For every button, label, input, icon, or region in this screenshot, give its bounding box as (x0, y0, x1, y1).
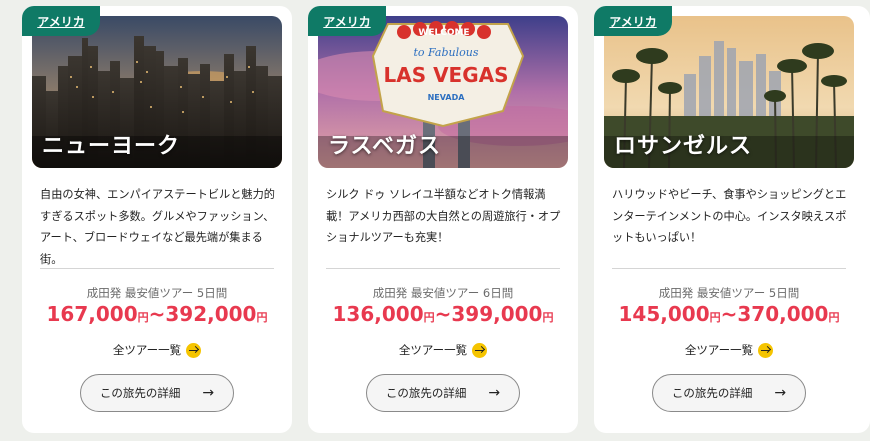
sign-fabulous-text: to Fabulous (414, 46, 479, 59)
destination-description: ハリウッドやビーチ、食事やショッピングとエンターテインメントの中心。インスタ映え… (612, 188, 847, 244)
detail-button-label[interactable]: この旅先の詳細 (672, 385, 753, 401)
all-tours-link[interactable]: 全ツアー一覧 (308, 342, 578, 358)
arrow-right-icon[interactable]: → (202, 386, 214, 400)
all-tours-link[interactable]: 全ツアー一覧 (594, 342, 864, 358)
sign-nevada-text: NEVADA (428, 93, 466, 102)
destination-detail-button[interactable]: この旅先の詳細 → (652, 374, 806, 412)
sign-welcome-text: WELCOME (418, 28, 469, 38)
divider (326, 268, 560, 269)
price-range: 145,000円~370,000円 (594, 302, 864, 326)
price-low: 136,000 (332, 302, 424, 326)
destination-cards: アメリカ ニューヨーク 自由の女神、エンパイアステートビルと魅力的すぎるスポット… (0, 0, 870, 441)
destination-description: シルク ドゥ ソレイユ半額などオトク情報満載！アメリカ西部の大自然との周遊旅行・… (326, 188, 561, 244)
detail-button-label[interactable]: この旅先の詳細 (100, 385, 181, 401)
city-name: ラスベガス (328, 134, 442, 159)
destination-photo[interactable]: WELCOME to Fabulous LAS VEGAS NEVADA ラスベ… (318, 16, 568, 168)
price-high: 392,000 (165, 302, 257, 326)
region-tag[interactable]: アメリカ (594, 6, 672, 36)
price-tilde: ~ (720, 302, 738, 326)
destination-card-new-york[interactable]: アメリカ ニューヨーク 自由の女神、エンパイアステートビルと魅力的すぎるスポット… (22, 6, 292, 433)
price-tilde: ~ (148, 302, 166, 326)
price-high: 370,000 (737, 302, 829, 326)
price-low: 167,000 (46, 302, 138, 326)
destination-photo[interactable]: ロサンゼルス (604, 16, 854, 168)
yen-unit: 円 (137, 311, 149, 324)
all-tours-label[interactable]: 全ツアー一覧 (685, 342, 753, 358)
destination-photo[interactable]: ニューヨーク (32, 16, 282, 168)
price-range: 136,000円~399,000円 (308, 302, 578, 326)
yen-unit: 円 (256, 311, 268, 324)
arrow-right-icon[interactable]: → (774, 386, 786, 400)
price-high: 399,000 (451, 302, 543, 326)
tour-info: 成田発 最安値ツアー 5日間 (658, 286, 800, 300)
price-range: 167,000円~392,000円 (22, 302, 292, 326)
price-low: 145,000 (618, 302, 710, 326)
yen-unit: 円 (828, 311, 840, 324)
destination-description: 自由の女神、エンパイアステートビルと魅力的すぎるスポット多数。グルメやファッショ… (40, 188, 275, 266)
region-tag[interactable]: アメリカ (22, 6, 100, 36)
tour-info: 成田発 最安値ツアー 5日間 (86, 286, 228, 300)
yen-unit: 円 (423, 311, 435, 324)
region-tag[interactable]: アメリカ (308, 6, 386, 36)
city-name: ロサンゼルス (614, 134, 753, 159)
price-tilde: ~ (434, 302, 452, 326)
all-tours-label[interactable]: 全ツアー一覧 (113, 342, 181, 358)
destination-card-las-vegas[interactable]: アメリカ WELCOME to Fabulous LAS VEGAS NEVAD… (308, 6, 578, 433)
all-tours-link[interactable]: 全ツアー一覧 (22, 342, 292, 358)
yen-unit: 円 (542, 311, 554, 324)
city-name: ニューヨーク (42, 134, 181, 159)
yen-unit: 円 (709, 311, 721, 324)
arrow-right-circle-icon[interactable] (186, 342, 202, 358)
destination-detail-button[interactable]: この旅先の詳細 → (366, 374, 520, 412)
arrow-right-circle-icon[interactable] (758, 342, 774, 358)
destination-card-los-angeles[interactable]: アメリカ ロサンゼルス ハリウッドやビーチ、食事やショッピングとエンターテインメ… (594, 6, 870, 433)
destination-detail-button[interactable]: この旅先の詳細 → (80, 374, 234, 412)
sign-las-vegas-text: LAS VEGAS (383, 63, 508, 87)
arrow-right-icon[interactable]: → (488, 386, 500, 400)
tour-info: 成田発 最安値ツアー 6日間 (372, 286, 514, 300)
all-tours-label[interactable]: 全ツアー一覧 (399, 342, 467, 358)
divider (40, 268, 274, 269)
divider (612, 268, 846, 269)
arrow-right-circle-icon[interactable] (472, 342, 488, 358)
detail-button-label[interactable]: この旅先の詳細 (386, 385, 467, 401)
